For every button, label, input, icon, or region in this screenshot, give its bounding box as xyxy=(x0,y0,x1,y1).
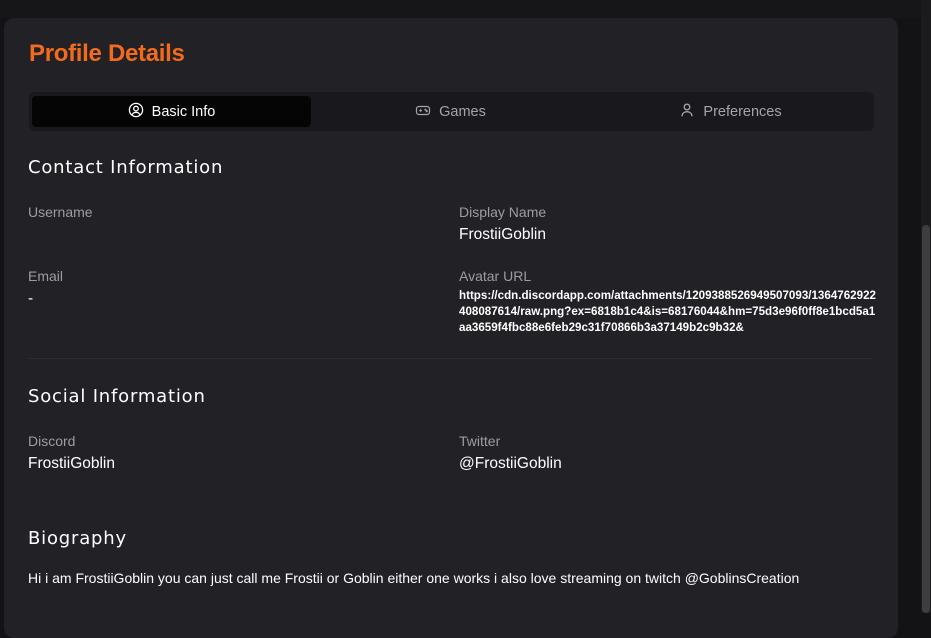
email-value: - xyxy=(28,290,34,307)
section-divider xyxy=(28,358,873,359)
person-icon xyxy=(679,102,695,122)
avatar-url-value: https://cdn.discordapp.com/attachments/1… xyxy=(459,289,876,334)
username-label: Username xyxy=(28,204,93,220)
tab-label: Games xyxy=(439,103,486,120)
discord-label: Discord xyxy=(28,433,76,449)
profile-details-card: Profile Details Basic Info Games Prefere… xyxy=(4,18,898,638)
tab-basic-info[interactable]: Basic Info xyxy=(32,96,311,127)
email-label: Email xyxy=(28,268,64,284)
scrollbar-thumb[interactable] xyxy=(922,225,930,613)
contact-section-heading: Contact Information xyxy=(28,157,224,178)
biography-section-heading: Biography xyxy=(28,528,127,549)
tab-label: Basic Info xyxy=(151,103,216,120)
scrollbar-track[interactable] xyxy=(921,0,931,613)
display-name-value: FrostiiGoblin xyxy=(459,226,546,243)
tab-bar: Basic Info Games Preferences xyxy=(29,92,874,131)
discord-value: FrostiiGoblin xyxy=(28,455,115,472)
user-circle-icon xyxy=(128,102,144,122)
tab-games[interactable]: Games xyxy=(311,96,590,127)
twitter-label: Twitter xyxy=(459,433,501,449)
biography-text: Hi i am FrostiiGoblin you can just call … xyxy=(28,570,800,586)
page-background xyxy=(0,0,931,18)
social-section-heading: Social Information xyxy=(28,386,206,407)
gamepad-icon xyxy=(415,102,431,122)
twitter-value: @FrostiiGoblin xyxy=(459,455,562,472)
display-name-label: Display Name xyxy=(459,204,547,220)
page-title: Profile Details xyxy=(29,40,185,67)
tab-preferences[interactable]: Preferences xyxy=(591,96,870,127)
tab-label: Preferences xyxy=(703,103,782,120)
avatar-url-label: Avatar URL xyxy=(459,268,532,284)
